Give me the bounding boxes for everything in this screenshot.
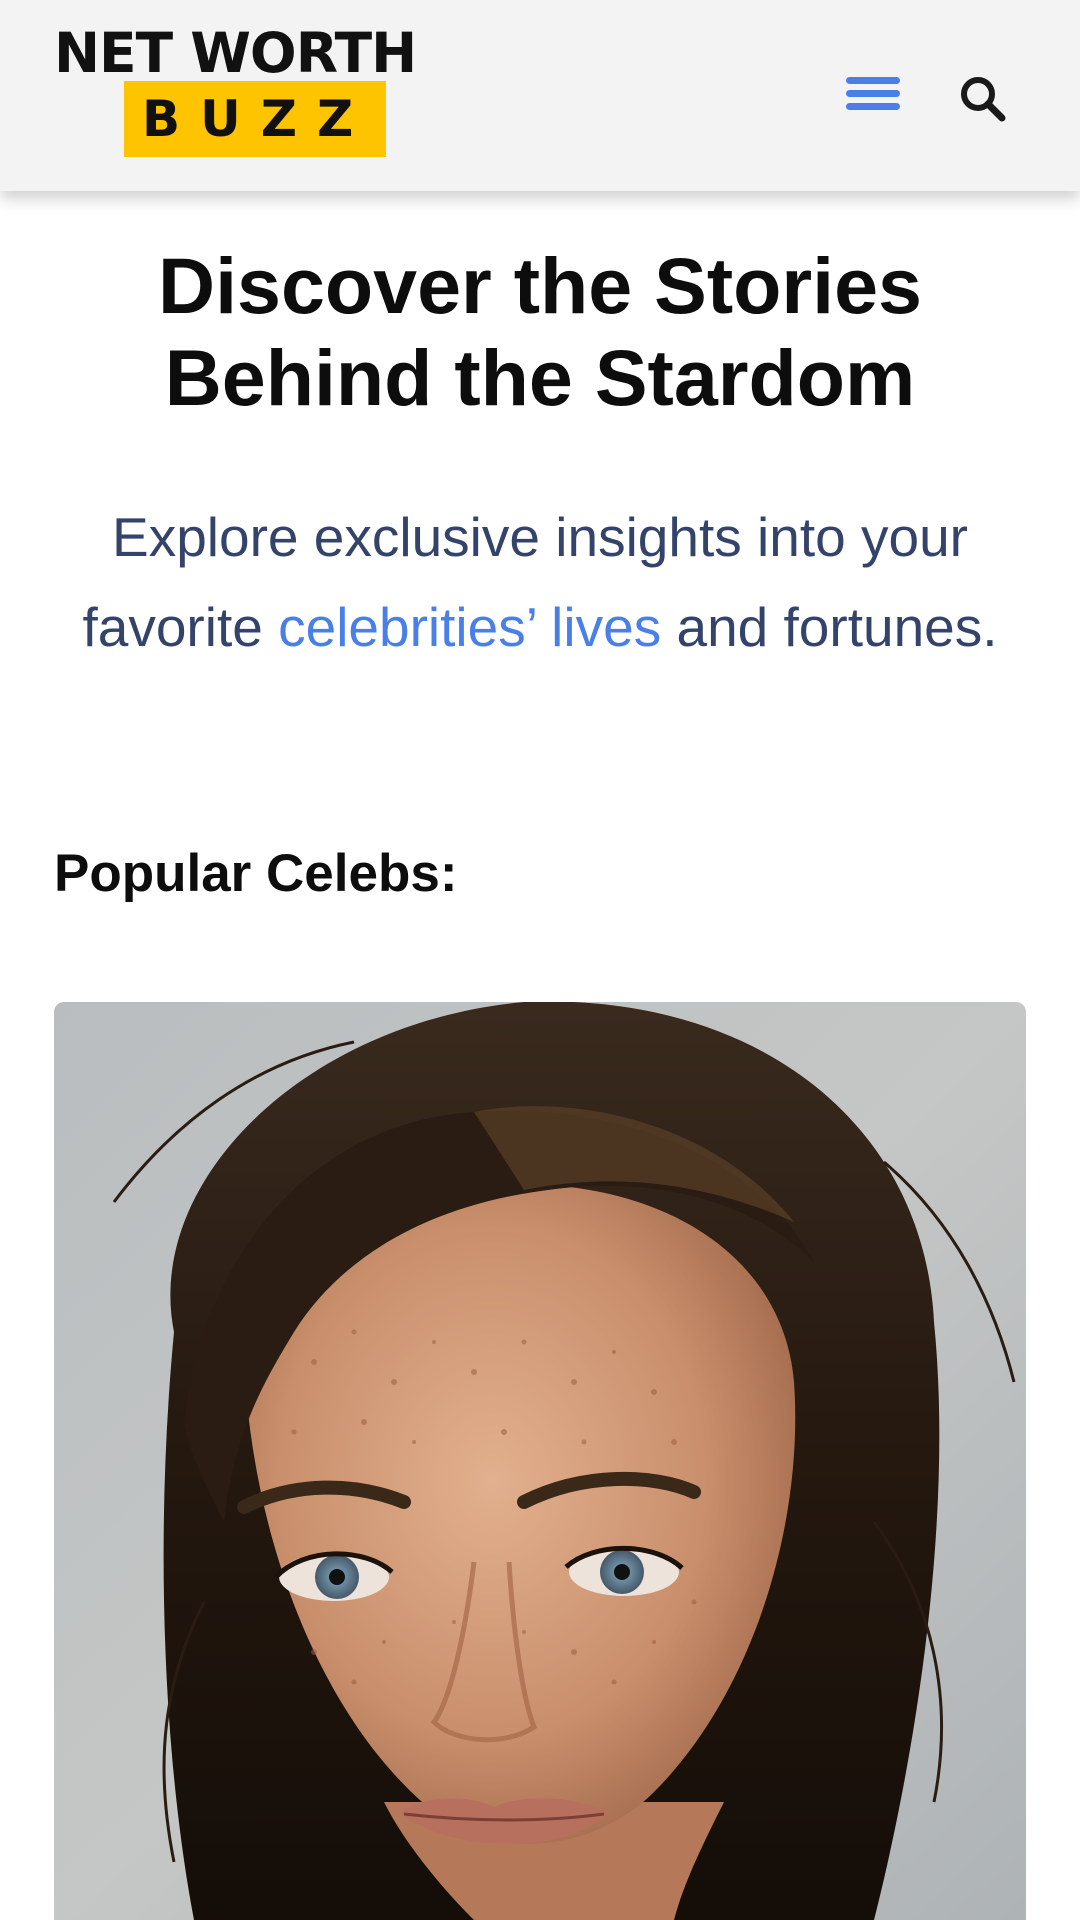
hero-title-line-1: Discover the Stories <box>158 241 922 330</box>
celeb-card-image[interactable] <box>54 1002 1026 1920</box>
popular-celebs-heading: Popular Celebs: <box>54 844 458 903</box>
hamburger-menu-icon <box>846 77 900 110</box>
hero-subtitle-text-after: and fortunes. <box>661 596 998 658</box>
logo-text-top: NET WORTH <box>54 21 417 85</box>
celebrities-lives-link[interactable]: celebrities’ lives <box>278 596 661 658</box>
logo-text-bottom: BUZZ <box>124 81 386 157</box>
celebrity-portrait-image <box>54 1002 1026 1920</box>
search-button[interactable] <box>956 72 1010 126</box>
hero-title-line-2: Behind the Stardom <box>164 333 916 422</box>
search-icon <box>961 77 1006 122</box>
site-header: NET WORTH BUZZ <box>0 0 1080 191</box>
menu-button[interactable] <box>840 70 906 124</box>
hero-title: Discover the Stories Behind the Stardom <box>40 240 1040 424</box>
hero-subtitle: Explore exclusive insights into your fav… <box>60 492 1020 672</box>
site-logo[interactable]: NET WORTH BUZZ <box>54 26 458 158</box>
